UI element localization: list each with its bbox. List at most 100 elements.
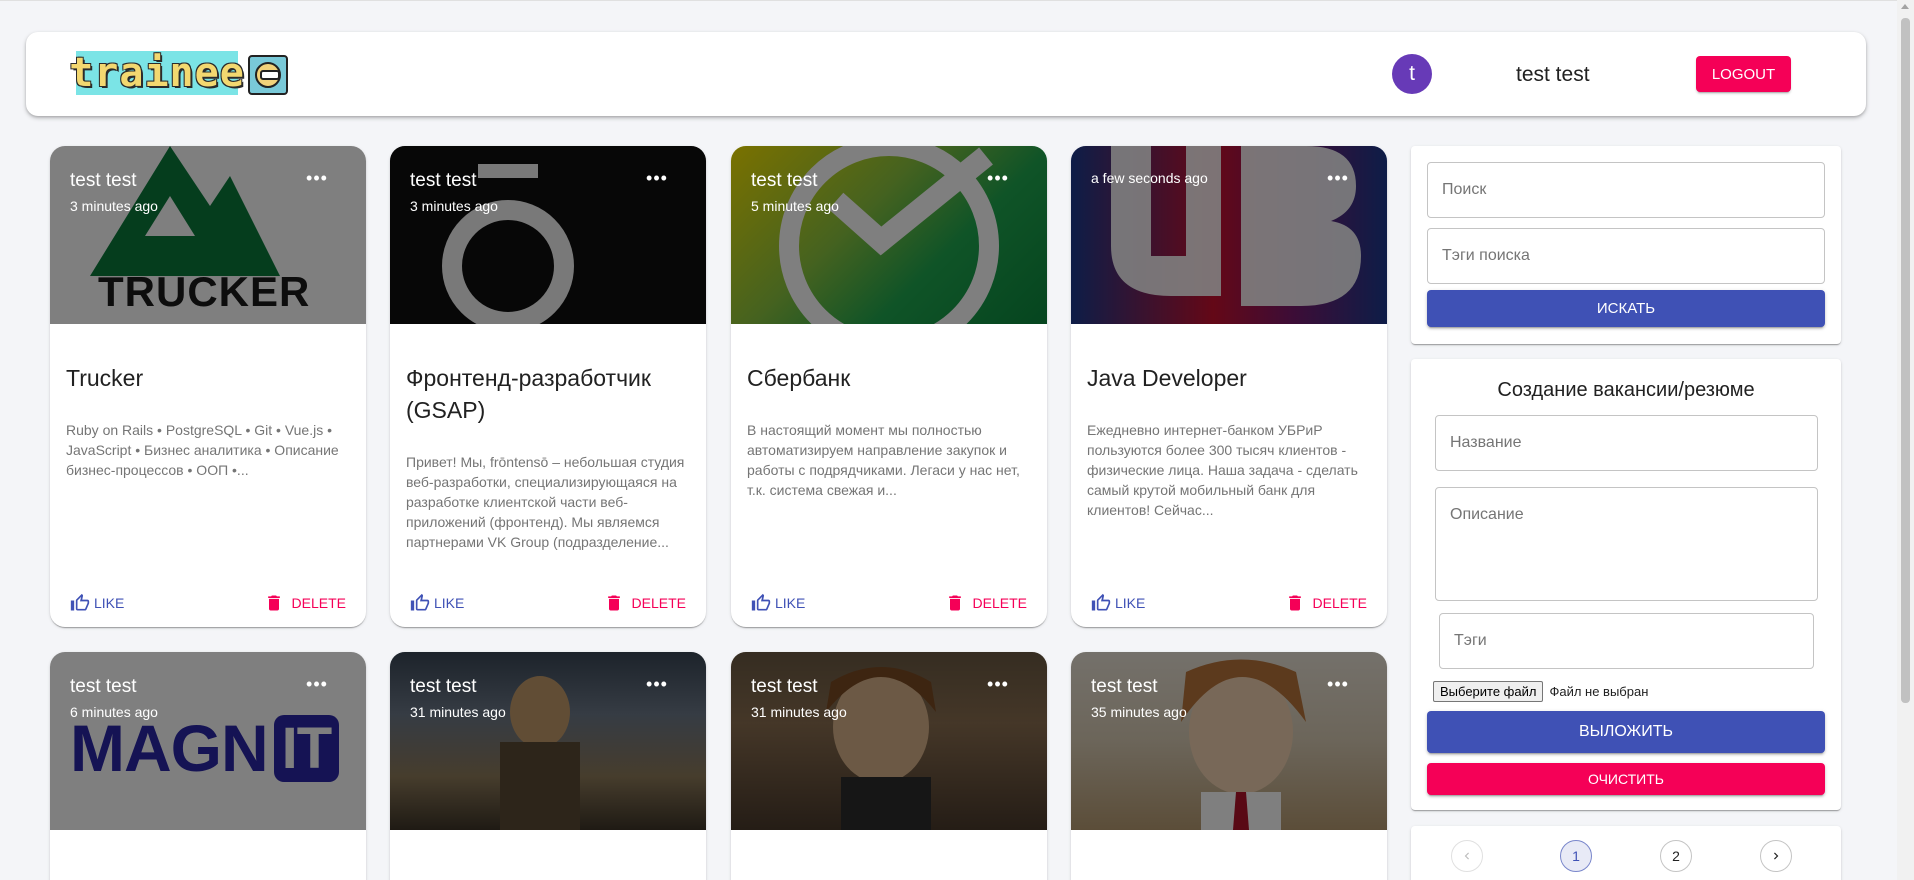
thumb-up-icon [1091, 593, 1111, 611]
top-border [0, 0, 1914, 1]
card-time: 6 minutes ago [70, 704, 158, 720]
card-image: test test 31 minutes ago ••• [390, 652, 706, 830]
tags-field[interactable] [1439, 613, 1814, 669]
file-upload: Выберите файл Файл не выбран [1433, 681, 1648, 702]
logout-button[interactable]: Logout [1696, 56, 1791, 92]
delete-button[interactable]: Delete [604, 593, 686, 613]
name-input[interactable] [1436, 416, 1817, 470]
more-options-icon[interactable]: ••• [985, 169, 1011, 187]
post-card: test test 3 minutes ago ••• Фронтенд-раз… [390, 146, 706, 627]
delete-label: Delete [631, 595, 686, 611]
user-name: test test [1516, 63, 1590, 86]
delete-label: Delete [972, 595, 1027, 611]
post-card: test test 5 minutes ago ••• Сбербанк В н… [731, 146, 1047, 627]
card-description: Ruby on Rails • PostgreSQL • Git • Vue.j… [66, 422, 339, 478]
submit-button[interactable]: Выложить [1427, 711, 1825, 753]
search-tags-input[interactable] [1428, 229, 1824, 283]
trash-icon [1288, 595, 1301, 611]
tags-input[interactable] [1440, 614, 1813, 668]
search-field[interactable] [1427, 162, 1825, 218]
app-logo[interactable]: trainee [69, 51, 244, 95]
card-title: Сбербанк [747, 365, 851, 391]
delete-label: Delete [1312, 595, 1367, 611]
logo-mascot-icon [248, 55, 288, 95]
scroll-up-arrow-icon[interactable] [1901, 4, 1909, 9]
page-scrollbar[interactable] [1897, 0, 1914, 880]
search-panel: Искать [1411, 146, 1841, 344]
thumb-up-icon [751, 593, 771, 611]
like-label: Like [434, 595, 465, 611]
chevron-right-icon [1774, 852, 1779, 860]
like-button[interactable]: Like [1091, 593, 1145, 613]
card-author: test test [751, 676, 818, 697]
card-time: 31 minutes ago [410, 704, 506, 720]
post-card: test test 31 minutes ago ••• [731, 652, 1047, 880]
card-title: Фронтенд-разработчик (GSAP) [406, 365, 651, 423]
more-options-icon[interactable]: ••• [644, 169, 670, 187]
prev-page-button[interactable] [1451, 840, 1483, 872]
card-title: Trucker [66, 365, 144, 391]
trash-icon [607, 595, 620, 611]
more-options-icon[interactable]: ••• [304, 169, 330, 187]
card-time: 35 minutes ago [1091, 704, 1187, 720]
card-time: a few seconds ago [1091, 170, 1208, 186]
card-title: Java Developer [1087, 365, 1247, 391]
chevron-left-icon [1464, 852, 1469, 860]
post-card: TRUCKER test test 3 minutes ago ••• Truc… [50, 146, 366, 627]
create-post-panel: Создание вакансии/резюме Выберите файл Ф… [1411, 359, 1841, 810]
card-image: test test 31 minutes ago ••• [731, 652, 1047, 830]
delete-label: Delete [291, 595, 346, 611]
post-card: test test 35 minutes ago ••• [1071, 652, 1387, 880]
delete-button[interactable]: Delete [264, 593, 346, 613]
post-card: a few seconds ago ••• Java Developer Еже… [1071, 146, 1387, 627]
card-image: MAGN IT test test 6 minutes ago ••• [50, 652, 366, 830]
choose-file-button[interactable]: Выберите файл [1433, 681, 1544, 702]
trash-icon [948, 595, 961, 611]
form-title: Создание вакансии/резюме [1497, 379, 1755, 401]
more-options-icon[interactable]: ••• [644, 675, 670, 693]
description-field[interactable] [1435, 487, 1818, 601]
more-options-icon[interactable]: ••• [304, 675, 330, 693]
file-status: Файл не выбран [1549, 684, 1649, 699]
scrollbar-thumb[interactable] [1901, 18, 1910, 703]
user-avatar: t [1392, 54, 1432, 94]
name-field[interactable] [1435, 415, 1818, 471]
more-options-icon[interactable]: ••• [985, 675, 1011, 693]
like-label: Like [94, 595, 125, 611]
logo-text: trainee [69, 50, 245, 96]
post-card: MAGN IT test test 6 minutes ago ••• [50, 652, 366, 880]
card-author: test test [70, 676, 137, 697]
card-author: test test [1091, 676, 1158, 697]
like-button[interactable]: Like [70, 593, 124, 613]
delete-button[interactable]: Delete [1285, 593, 1367, 613]
page-button-2[interactable]: 2 [1660, 840, 1692, 872]
search-tags-field[interactable] [1427, 228, 1825, 284]
search-button[interactable]: Искать [1427, 290, 1825, 327]
delete-button[interactable]: Delete [945, 593, 1027, 613]
description-input[interactable] [1436, 488, 1817, 600]
card-author: test test [410, 676, 477, 697]
thumb-up-icon [410, 593, 430, 611]
card-author: test test [70, 170, 137, 191]
like-button[interactable]: Like [751, 593, 805, 613]
trash-icon [267, 595, 280, 611]
like-button[interactable]: Like [410, 593, 464, 613]
card-description: Привет! Мы, frōntensō – небольшая студия… [406, 454, 685, 550]
card-image: test test 3 minutes ago ••• [390, 146, 706, 324]
card-description: Ежедневно интернет-банком УБРиР пользуют… [1087, 422, 1358, 518]
app-header: trainee t test test Logout [26, 32, 1866, 116]
page-button-1[interactable]: 1 [1560, 840, 1592, 872]
more-options-icon[interactable]: ••• [1325, 169, 1351, 187]
search-input[interactable] [1428, 163, 1824, 217]
card-image: TRUCKER test test 3 minutes ago ••• [50, 146, 366, 324]
more-options-icon[interactable]: ••• [1325, 675, 1351, 693]
clear-button[interactable]: Очистить [1427, 763, 1825, 795]
card-author: test test [751, 170, 818, 191]
card-image: test test 35 minutes ago ••• [1071, 652, 1387, 830]
card-time: 3 minutes ago [70, 198, 158, 214]
card-author: test test [410, 170, 477, 191]
card-image: test test 5 minutes ago ••• [731, 146, 1047, 324]
post-card: test test 31 minutes ago ••• [390, 652, 706, 880]
next-page-button[interactable] [1760, 840, 1792, 872]
card-image: a few seconds ago ••• [1071, 146, 1387, 324]
